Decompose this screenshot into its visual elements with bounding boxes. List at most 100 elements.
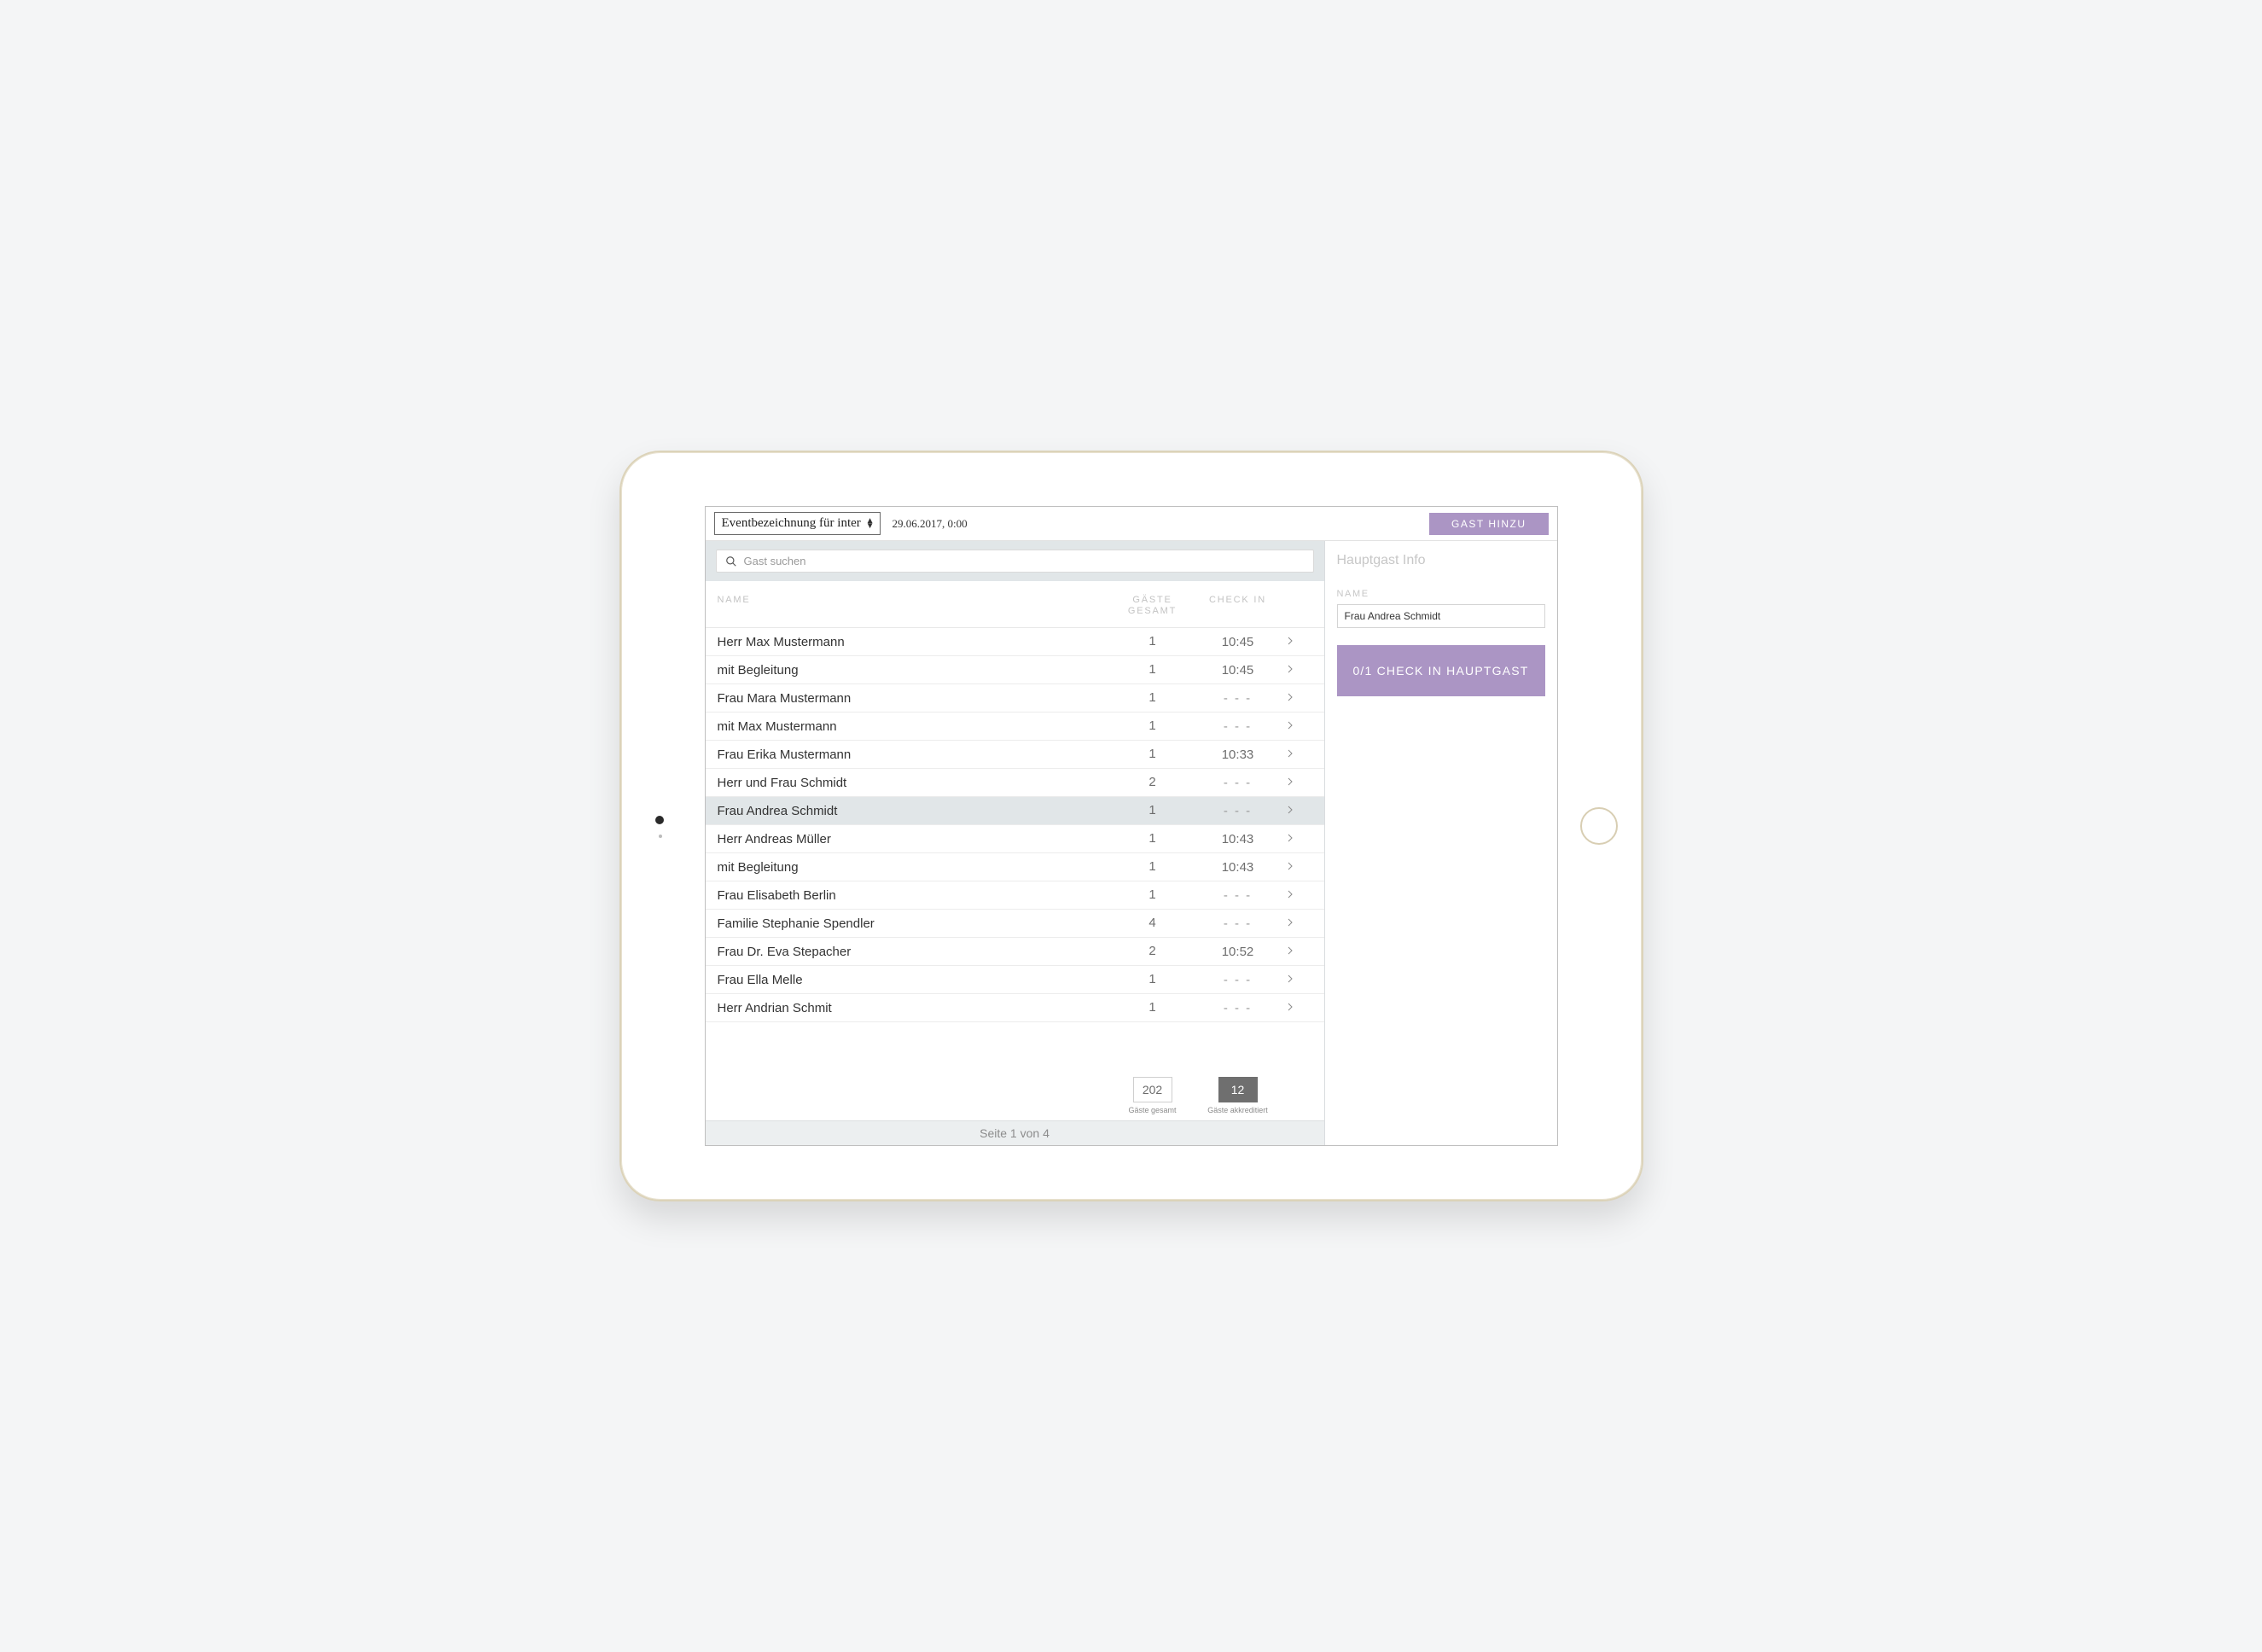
guest-name: Frau Mara Mustermann: [718, 691, 1114, 706]
chevron-right-icon[interactable]: [1285, 776, 1312, 790]
guest-name: Frau Ella Melle: [718, 973, 1114, 987]
chevron-right-icon[interactable]: [1285, 888, 1312, 903]
guest-count: 1: [1114, 972, 1191, 987]
search-input[interactable]: [744, 555, 1305, 567]
event-date: 29.06.2017, 0:00: [893, 517, 968, 531]
app-screen: Eventbezeichnung für inter ▲▼ 29.06.2017…: [705, 506, 1558, 1146]
detail-title: Hauptgast Info: [1337, 553, 1545, 568]
footer-counts: 202 Gäste gesamt 12 Gäste akkreditiert: [706, 1072, 1324, 1120]
guest-name: mit Begleitung: [718, 860, 1114, 875]
tablet-frame: Eventbezeichnung für inter ▲▼ 29.06.2017…: [619, 451, 1643, 1201]
guest-name: Familie Stephanie Spendler: [718, 916, 1114, 931]
guest-row[interactable]: Frau Elisabeth Berlin1- - -: [706, 881, 1324, 910]
guest-row[interactable]: Herr Max Mustermann110:45: [706, 628, 1324, 656]
chevron-right-icon[interactable]: [1285, 945, 1312, 959]
guest-name: Frau Elisabeth Berlin: [718, 888, 1114, 903]
guest-row[interactable]: Frau Mara Mustermann1- - -: [706, 684, 1324, 713]
guest-name: Herr und Frau Schmidt: [718, 776, 1114, 790]
event-select[interactable]: Eventbezeichnung für inter ▲▼: [714, 512, 881, 535]
guest-checkin: 10:45: [1191, 635, 1285, 649]
search-icon: [725, 556, 737, 567]
chevron-right-icon[interactable]: [1285, 832, 1312, 846]
search-box[interactable]: [716, 550, 1314, 573]
col-header-checkin: CHECK IN: [1191, 595, 1285, 617]
chevron-right-icon[interactable]: [1285, 860, 1312, 875]
guest-row[interactable]: mit Max Mustermann1- - -: [706, 713, 1324, 741]
detail-pane: Hauptgast Info NAME 0/1 CHECK IN HAUPTGA…: [1325, 541, 1557, 1145]
accredited-count-label: Gäste akkreditiert: [1191, 1106, 1285, 1114]
accredited-count-box: 12: [1218, 1077, 1258, 1102]
guest-name: Frau Dr. Eva Stepacher: [718, 945, 1114, 959]
camera-dot: [655, 816, 664, 824]
guest-name: Herr Max Mustermann: [718, 635, 1114, 649]
guest-count: 1: [1114, 718, 1191, 734]
guest-checkin: - - -: [1191, 888, 1285, 903]
guest-checkin: 10:43: [1191, 860, 1285, 875]
guest-count: 1: [1114, 634, 1191, 649]
chevron-right-icon[interactable]: [1285, 973, 1312, 987]
camera-dot-small: [659, 835, 662, 838]
guest-count: 1: [1114, 1000, 1191, 1015]
chevron-right-icon[interactable]: [1285, 719, 1312, 734]
guest-name: Frau Erika Mustermann: [718, 747, 1114, 762]
guest-row[interactable]: Frau Erika Mustermann110:33: [706, 741, 1324, 769]
chevron-right-icon[interactable]: [1285, 747, 1312, 762]
checkin-hauptgast-button[interactable]: 0/1 CHECK IN HAUPTGAST: [1337, 645, 1545, 696]
col-header-count: GÄSTE GESAMT: [1114, 595, 1191, 617]
chevron-right-icon[interactable]: [1285, 691, 1312, 706]
search-wrap: [706, 541, 1324, 581]
col-header-name: NAME: [718, 595, 1114, 617]
guest-list-pane: NAME GÄSTE GESAMT CHECK IN Herr Max Must…: [706, 541, 1325, 1145]
home-button[interactable]: [1580, 807, 1618, 845]
guest-count: 1: [1114, 831, 1191, 846]
guest-count: 1: [1114, 662, 1191, 678]
guest-name: mit Max Mustermann: [718, 719, 1114, 734]
body: NAME GÄSTE GESAMT CHECK IN Herr Max Must…: [706, 541, 1557, 1145]
guest-count: 1: [1114, 690, 1191, 706]
guest-row[interactable]: Herr Andrian Schmit1- - -: [706, 994, 1324, 1022]
chevron-right-icon[interactable]: [1285, 635, 1312, 649]
chevron-right-icon[interactable]: [1285, 1001, 1312, 1015]
guest-row[interactable]: Frau Andrea Schmidt1- - -: [706, 797, 1324, 825]
guest-checkin: - - -: [1191, 719, 1285, 734]
top-bar: Eventbezeichnung für inter ▲▼ 29.06.2017…: [706, 507, 1557, 541]
guest-row[interactable]: Herr und Frau Schmidt2- - -: [706, 769, 1324, 797]
pager[interactable]: Seite 1 von 4: [706, 1120, 1324, 1145]
detail-name-label: NAME: [1337, 589, 1545, 599]
guest-count: 1: [1114, 803, 1191, 818]
guest-checkin: - - -: [1191, 916, 1285, 931]
guest-row[interactable]: Frau Dr. Eva Stepacher210:52: [706, 938, 1324, 966]
guest-checkin: - - -: [1191, 804, 1285, 818]
select-arrows-icon: ▲▼: [866, 519, 875, 529]
add-guest-button[interactable]: GAST HINZU: [1429, 513, 1548, 535]
chevron-right-icon[interactable]: [1285, 916, 1312, 931]
guest-rows[interactable]: Herr Max Mustermann110:45mit Begleitung1…: [706, 628, 1324, 1072]
chevron-right-icon[interactable]: [1285, 663, 1312, 678]
guest-row[interactable]: mit Begleitung110:43: [706, 853, 1324, 881]
guest-name: Herr Andreas Müller: [718, 832, 1114, 846]
guest-checkin: - - -: [1191, 973, 1285, 987]
guest-row[interactable]: mit Begleitung110:45: [706, 656, 1324, 684]
guest-checkin: 10:45: [1191, 663, 1285, 678]
guest-checkin: - - -: [1191, 1001, 1285, 1015]
guest-count: 1: [1114, 747, 1191, 762]
guest-checkin: 10:43: [1191, 832, 1285, 846]
guest-count: 4: [1114, 916, 1191, 931]
total-count-box: 202: [1133, 1077, 1172, 1102]
guest-checkin: - - -: [1191, 691, 1285, 706]
detail-name-input[interactable]: [1337, 604, 1545, 628]
guest-row[interactable]: Herr Andreas Müller110:43: [706, 825, 1324, 853]
chevron-right-icon[interactable]: [1285, 804, 1312, 818]
guest-name: Frau Andrea Schmidt: [718, 804, 1114, 818]
guest-name: Herr Andrian Schmit: [718, 1001, 1114, 1015]
guest-checkin: 10:33: [1191, 747, 1285, 762]
total-count-label: Gäste gesamt: [1114, 1106, 1191, 1115]
guest-checkin: - - -: [1191, 776, 1285, 790]
total-count-block: 202 Gäste gesamt: [1114, 1077, 1191, 1115]
guest-count: 2: [1114, 944, 1191, 959]
guest-checkin: 10:52: [1191, 945, 1285, 959]
guest-row[interactable]: Familie Stephanie Spendler4- - -: [706, 910, 1324, 938]
guest-count: 2: [1114, 775, 1191, 790]
guest-row[interactable]: Frau Ella Melle1- - -: [706, 966, 1324, 994]
accredited-count-block: 12 Gäste akkreditiert: [1191, 1077, 1285, 1115]
